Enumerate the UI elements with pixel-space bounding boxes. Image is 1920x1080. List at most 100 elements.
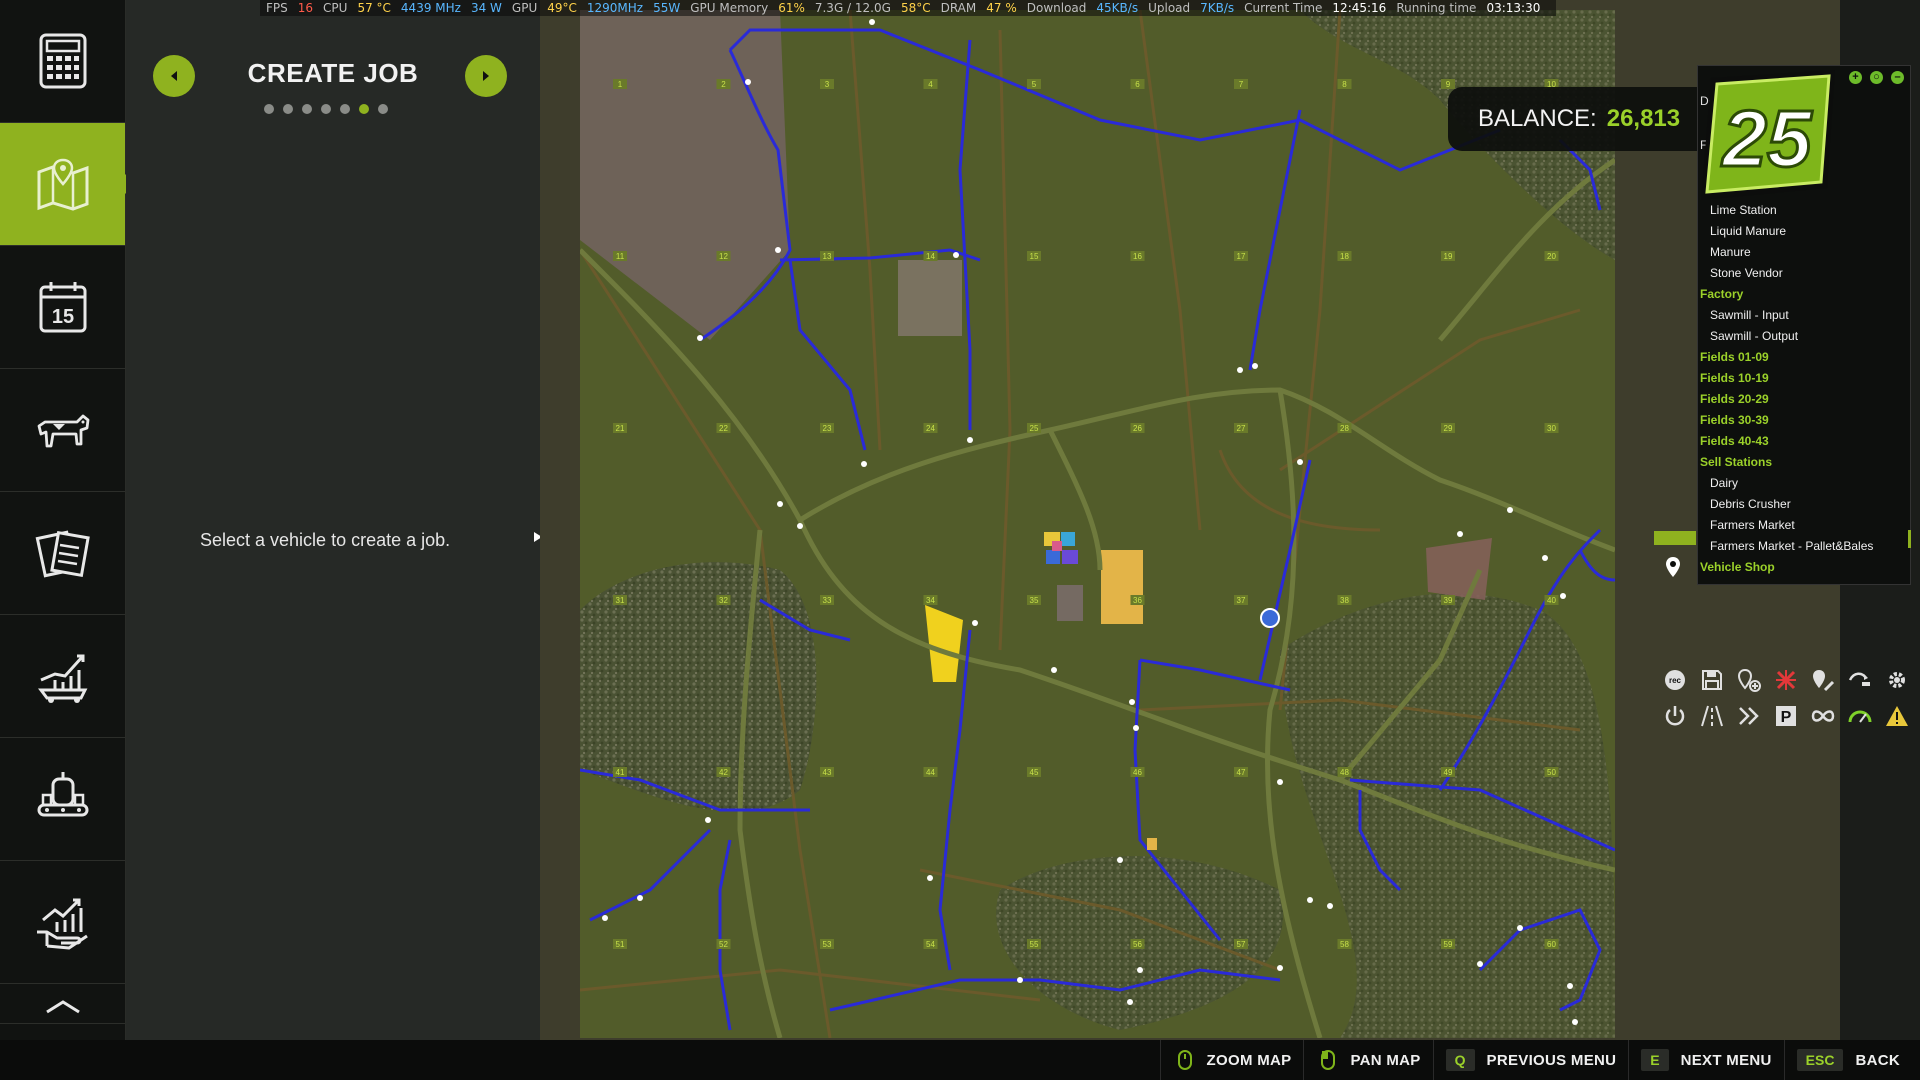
field-number[interactable]: 32 bbox=[719, 596, 728, 605]
field-number[interactable]: 18 bbox=[1340, 252, 1349, 261]
hotspot-category[interactable]: Factory bbox=[1698, 284, 1910, 305]
hotspot-item[interactable]: Lime Station bbox=[1698, 200, 1910, 221]
hotspot-category[interactable]: Fields 01-09 bbox=[1698, 347, 1910, 368]
hotspot-item[interactable]: Farmers Market - Pallet&Bales bbox=[1698, 536, 1910, 557]
field-number[interactable]: 19 bbox=[1444, 252, 1453, 261]
field-number[interactable]: 55 bbox=[1030, 940, 1039, 949]
field-number[interactable]: 46 bbox=[1133, 768, 1142, 777]
field-number[interactable]: 29 bbox=[1444, 424, 1453, 433]
sidebar-item-production[interactable] bbox=[0, 738, 125, 861]
sidebar-item-more[interactable] bbox=[0, 984, 125, 1024]
field-number[interactable]: 26 bbox=[1133, 424, 1142, 433]
field-number[interactable]: 5 bbox=[1032, 80, 1037, 89]
field-number[interactable]: 13 bbox=[823, 252, 832, 261]
field-number[interactable]: 25 bbox=[1030, 424, 1039, 433]
zoom-icon[interactable]: ○ bbox=[1870, 71, 1883, 84]
hotspot-item[interactable]: Debris Crusher bbox=[1698, 494, 1910, 515]
loop-button[interactable] bbox=[1804, 698, 1841, 734]
field-number[interactable]: 15 bbox=[1030, 252, 1039, 261]
fast-forward-button[interactable] bbox=[1730, 698, 1767, 734]
field-number[interactable]: 36 bbox=[1133, 596, 1142, 605]
field-number[interactable]: 7 bbox=[1239, 80, 1244, 89]
sidebar-item-animals[interactable] bbox=[0, 369, 125, 492]
rec-button[interactable]: rec bbox=[1656, 662, 1693, 698]
field-number[interactable]: 8 bbox=[1342, 80, 1347, 89]
page-dot[interactable] bbox=[378, 104, 388, 114]
minimize-icon[interactable]: – bbox=[1891, 71, 1904, 84]
field-number[interactable]: 58 bbox=[1340, 940, 1349, 949]
field-number[interactable]: 1 bbox=[618, 80, 623, 89]
zoom-map-action[interactable]: ZOOM MAP bbox=[1159, 1040, 1304, 1080]
connect-button[interactable] bbox=[1841, 662, 1878, 698]
page-dot[interactable] bbox=[283, 104, 293, 114]
field-number[interactable]: 16 bbox=[1133, 252, 1142, 261]
field-number[interactable]: 59 bbox=[1444, 940, 1453, 949]
field-number[interactable]: 45 bbox=[1030, 768, 1039, 777]
hotspot-category[interactable]: Sell Stations bbox=[1698, 452, 1910, 473]
hotspot-item[interactable]: Sawmill - Output bbox=[1698, 326, 1910, 347]
sidebar-item-statistics[interactable] bbox=[0, 615, 125, 738]
hotspot-item[interactable]: Dairy bbox=[1698, 473, 1910, 494]
road-button[interactable] bbox=[1693, 698, 1730, 734]
field-number[interactable]: 27 bbox=[1237, 424, 1246, 433]
hotspot-category[interactable]: Fields 20-29 bbox=[1698, 389, 1910, 410]
field-number[interactable]: 4 bbox=[928, 80, 933, 89]
speed-button[interactable] bbox=[1841, 698, 1878, 734]
field-number[interactable]: 43 bbox=[823, 768, 832, 777]
field-number[interactable]: 34 bbox=[926, 596, 935, 605]
field-number[interactable]: 35 bbox=[1030, 596, 1039, 605]
field-number[interactable]: 44 bbox=[926, 768, 935, 777]
field-number[interactable]: 38 bbox=[1340, 596, 1349, 605]
field-number[interactable]: 49 bbox=[1444, 768, 1453, 777]
field-number[interactable]: 60 bbox=[1547, 940, 1556, 949]
add-icon[interactable]: + bbox=[1849, 71, 1862, 84]
field-number[interactable]: 28 bbox=[1340, 424, 1349, 433]
save-button[interactable] bbox=[1693, 662, 1730, 698]
page-dot[interactable] bbox=[340, 104, 350, 114]
field-number[interactable]: 23 bbox=[823, 424, 832, 433]
hotspot-category[interactable]: Fields 30-39 bbox=[1698, 410, 1910, 431]
field-number[interactable]: 3 bbox=[825, 80, 830, 89]
hotspot-item[interactable]: Stone Vendor bbox=[1698, 263, 1910, 284]
field-number[interactable]: 50 bbox=[1547, 768, 1556, 777]
field-number[interactable]: 33 bbox=[823, 596, 832, 605]
field-number[interactable]: 48 bbox=[1340, 768, 1349, 777]
hotspot-item[interactable]: Liquid Manure bbox=[1698, 221, 1910, 242]
ingame-map[interactable]: 1 2 3 4 5 6 7 8 9 1011 12 13 14 15 16 17 18 19 2021 22 23 24 2… bbox=[580, 10, 1615, 1038]
field-number[interactable]: 40 bbox=[1547, 596, 1556, 605]
field-number[interactable]: 54 bbox=[926, 940, 935, 949]
page-dot[interactable] bbox=[359, 104, 369, 114]
field-number[interactable]: 53 bbox=[823, 940, 832, 949]
sidebar-item-calendar[interactable]: 15 bbox=[0, 246, 125, 369]
field-number[interactable]: 57 bbox=[1237, 940, 1246, 949]
edit-waypoint-button[interactable] bbox=[1804, 662, 1841, 698]
page-dot[interactable] bbox=[321, 104, 331, 114]
next-page-button[interactable] bbox=[465, 55, 507, 97]
field-number[interactable]: 37 bbox=[1237, 596, 1246, 605]
field-number[interactable]: 31 bbox=[616, 596, 625, 605]
hotspot-category[interactable]: Fields 40-43 bbox=[1698, 431, 1910, 452]
hotspot-item[interactable]: Vehicle Shop bbox=[1698, 557, 1910, 578]
field-number[interactable]: 22 bbox=[719, 424, 728, 433]
hotspot-item[interactable]: Farmers Market bbox=[1698, 515, 1910, 536]
next-menu-action[interactable]: E NEXT MENU bbox=[1628, 1040, 1783, 1080]
warning-button[interactable] bbox=[1878, 698, 1915, 734]
power-button[interactable] bbox=[1656, 698, 1693, 734]
field-number[interactable]: 9 bbox=[1446, 80, 1451, 89]
hotspot-item[interactable]: Manure bbox=[1698, 242, 1910, 263]
field-number[interactable]: 56 bbox=[1133, 940, 1142, 949]
field-number[interactable]: 47 bbox=[1237, 768, 1246, 777]
page-dot[interactable] bbox=[302, 104, 312, 114]
pan-map-action[interactable]: PAN MAP bbox=[1303, 1040, 1432, 1080]
hotspot-item[interactable]: Sawmill - Input bbox=[1698, 305, 1910, 326]
field-number[interactable]: 6 bbox=[1135, 80, 1140, 89]
field-number[interactable]: 42 bbox=[719, 768, 728, 777]
back-action[interactable]: ESC BACK bbox=[1783, 1040, 1912, 1080]
hotspot-scrollbar[interactable] bbox=[1908, 530, 1911, 548]
field-number[interactable]: 41 bbox=[616, 768, 625, 777]
field-number[interactable]: 30 bbox=[1547, 424, 1556, 433]
field-number[interactable]: 39 bbox=[1444, 596, 1453, 605]
remove-button[interactable] bbox=[1767, 662, 1804, 698]
field-number[interactable]: 24 bbox=[926, 424, 935, 433]
sidebar-item-prices[interactable] bbox=[0, 0, 125, 123]
